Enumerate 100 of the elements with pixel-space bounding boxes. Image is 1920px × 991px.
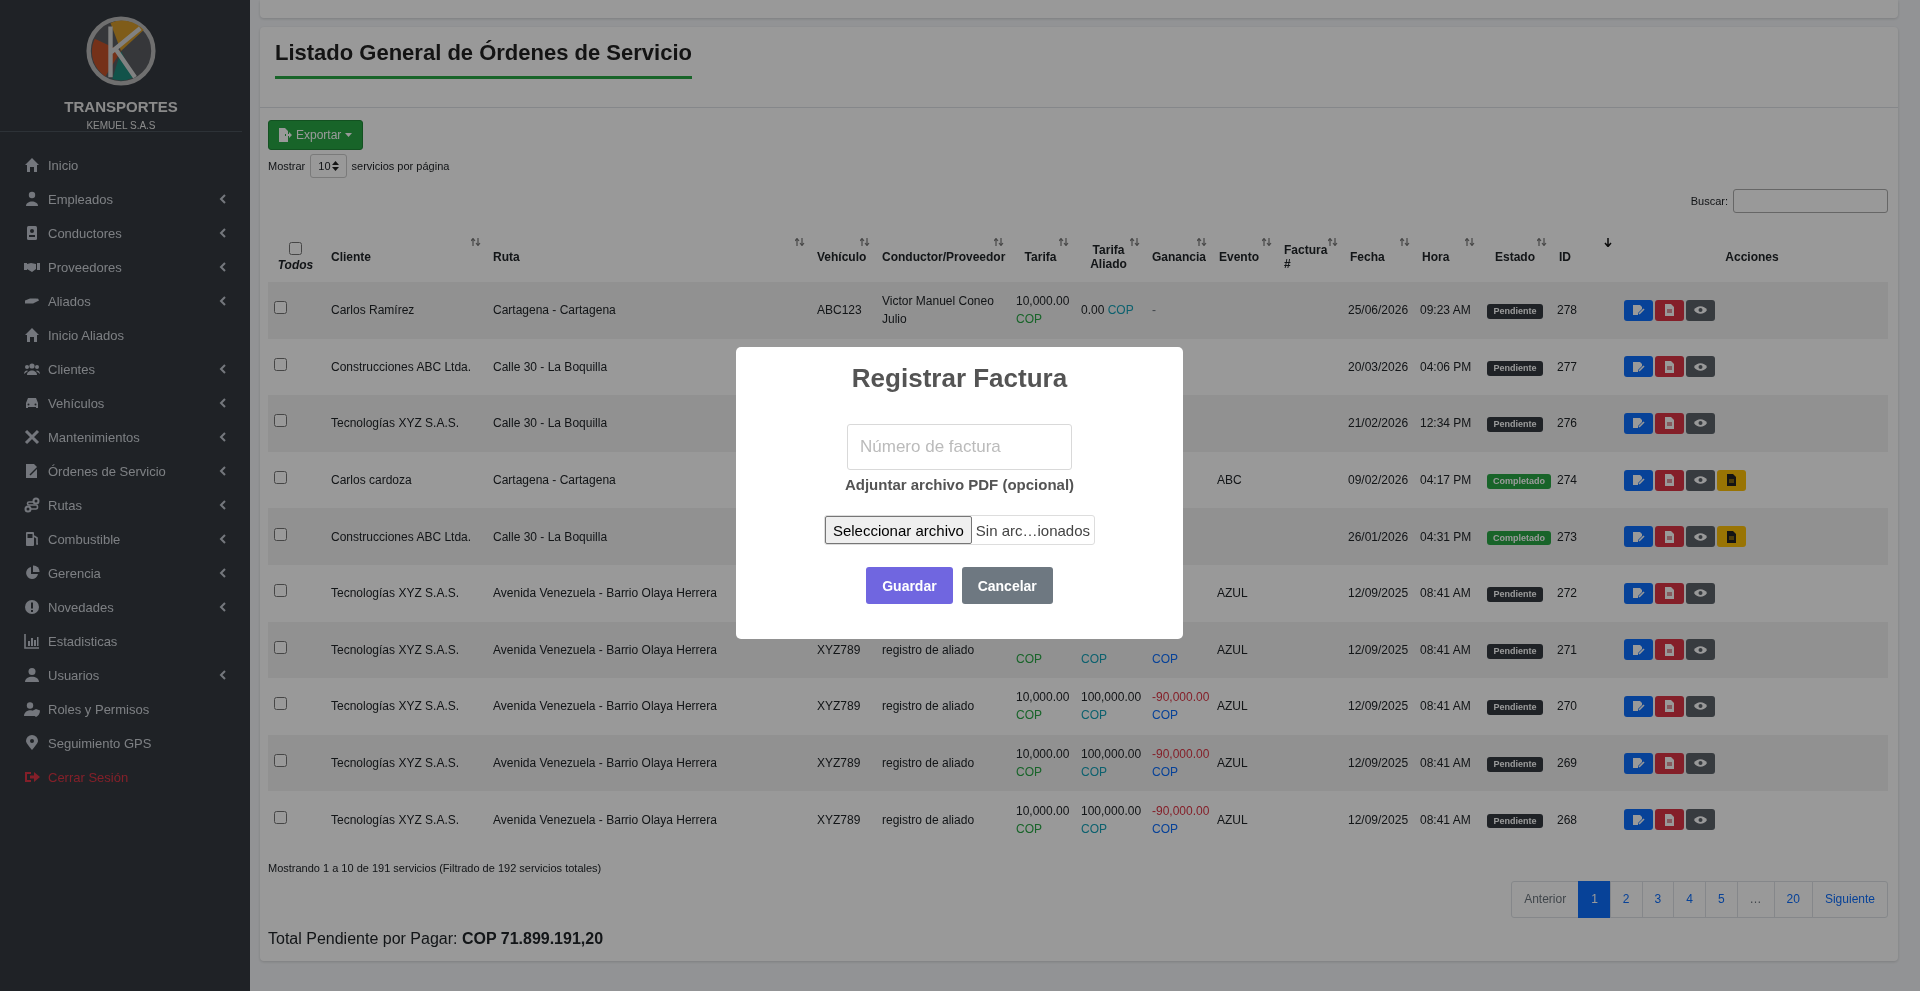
row-checkbox[interactable] — [274, 471, 287, 485]
select-all-checkbox[interactable] — [289, 242, 302, 255]
edit-button[interactable] — [1624, 299, 1653, 321]
search-field[interactable] — [1733, 189, 1888, 213]
save-button[interactable]: Guardar — [866, 567, 953, 604]
edit-button[interactable] — [1624, 752, 1653, 774]
table-cell: 08:41 AM — [1420, 642, 1471, 657]
edit-button[interactable] — [1624, 469, 1653, 491]
sidebar-item[interactable]: Clientes — [0, 352, 250, 386]
column-header[interactable]: Hora — [1414, 232, 1479, 282]
edit-button[interactable] — [1624, 582, 1653, 604]
file-field[interactable]: Seleccionar archivo Sin arc…ionados — [823, 515, 1096, 545]
view-button[interactable] — [1686, 639, 1715, 661]
pdf-button[interactable] — [1655, 413, 1684, 434]
sidebar-item[interactable]: Mantenimientos — [0, 420, 250, 454]
row-checkbox[interactable] — [274, 414, 287, 428]
people-icon — [24, 361, 40, 377]
column-header[interactable]: Tarifa — [1008, 232, 1073, 282]
sidebar-item[interactable]: Inicio Aliados — [0, 318, 250, 352]
document-icon — [1663, 417, 1676, 430]
sidebar-item[interactable]: Usuarios — [0, 658, 250, 692]
row-checkbox[interactable] — [274, 357, 287, 371]
view-button[interactable] — [1686, 413, 1715, 434]
pdf-button[interactable] — [1655, 695, 1684, 717]
edit-button[interactable] — [1624, 413, 1653, 434]
column-header[interactable]: Vehículo — [809, 232, 874, 282]
row-checkbox[interactable] — [274, 697, 287, 711]
sidebar-item[interactable]: Vehículos — [0, 386, 250, 420]
sidebar-item[interactable]: Rutas — [0, 488, 250, 522]
page-link[interactable]: 20 — [1773, 880, 1813, 918]
sidebar-item[interactable]: Roles y Permisos — [0, 692, 250, 726]
table-cell: XYZ789 — [817, 812, 861, 827]
export-button[interactable]: Exportar — [268, 120, 364, 150]
view-button[interactable] — [1686, 809, 1715, 831]
pdf-button[interactable] — [1655, 299, 1684, 321]
sidebar-item[interactable]: Conductores — [0, 216, 250, 250]
edit-button[interactable] — [1624, 356, 1653, 378]
sidebar-item[interactable]: Empleados — [0, 182, 250, 216]
edit-button[interactable] — [1624, 526, 1653, 548]
pdf-button[interactable] — [1655, 582, 1684, 604]
edit-button[interactable] — [1624, 695, 1653, 717]
edit-button[interactable] — [1624, 809, 1653, 831]
column-header[interactable]: Estado — [1479, 232, 1551, 282]
sidebar-item[interactable]: Novedades — [0, 590, 250, 624]
column-header[interactable]: Tarifa Aliado — [1073, 232, 1144, 282]
view-button[interactable] — [1686, 695, 1715, 717]
page-link[interactable]: 2 — [1609, 880, 1643, 918]
document-icon — [1725, 474, 1738, 487]
sidebar-item[interactable]: Estadisticas — [0, 624, 250, 658]
row-checkbox[interactable] — [274, 640, 287, 654]
column-header[interactable]: ID — [1551, 232, 1616, 282]
row-checkbox[interactable] — [274, 301, 287, 315]
edit-button[interactable] — [1624, 639, 1653, 661]
currency-text: COP — [1016, 765, 1042, 780]
table-cell: 273 — [1557, 529, 1578, 544]
choose-file-button[interactable]: Seleccionar archivo — [824, 516, 972, 544]
sidebar-item[interactable]: Aliados — [0, 284, 250, 318]
sidebar-item[interactable]: Inicio — [0, 148, 250, 182]
pdf-button[interactable] — [1655, 752, 1684, 774]
row-checkbox[interactable] — [274, 527, 287, 541]
pdf-button[interactable] — [1655, 809, 1684, 831]
row-checkbox[interactable] — [274, 754, 287, 768]
sidebar-item[interactable]: Seguimiento GPS — [0, 726, 250, 760]
row-checkbox[interactable] — [274, 584, 287, 598]
eye-icon — [1694, 813, 1707, 826]
invoice-button[interactable] — [1717, 526, 1746, 548]
eye-icon — [1694, 643, 1707, 656]
amount-text: -90,000.00 — [1152, 747, 1210, 762]
view-button[interactable] — [1686, 356, 1715, 378]
page-link[interactable]: 4 — [1673, 880, 1706, 918]
view-button[interactable] — [1686, 469, 1715, 491]
view-button[interactable] — [1686, 299, 1715, 321]
column-header[interactable]: Ganancia — [1144, 232, 1211, 282]
column-header[interactable]: Fecha — [1342, 232, 1414, 282]
table-cell: XYZ789 — [817, 699, 861, 714]
invoice-button[interactable] — [1717, 469, 1746, 491]
column-header[interactable]: Ruta — [485, 232, 809, 282]
cancel-button[interactable]: Cancelar — [961, 567, 1053, 604]
table-cell: Construcciones ABC Ltda. — [331, 359, 472, 374]
pdf-button[interactable] — [1655, 639, 1684, 661]
view-button[interactable] — [1686, 582, 1715, 604]
pdf-button[interactable] — [1655, 469, 1684, 491]
column-header[interactable]: Conductor/Proveedor — [874, 232, 1008, 282]
pdf-button[interactable] — [1655, 526, 1684, 548]
page-link[interactable]: 5 — [1704, 880, 1738, 918]
invoice-number-field[interactable]: Número de factura — [847, 424, 1072, 470]
sidebar-item[interactable]: Proveedores — [0, 250, 250, 284]
page-link[interactable]: 1 — [1578, 880, 1611, 918]
sidebar-item[interactable]: Órdenes de Servicio — [0, 454, 250, 488]
view-button[interactable] — [1686, 752, 1715, 774]
page-size-select[interactable]: 10 — [310, 154, 347, 178]
pdf-button[interactable] — [1655, 356, 1684, 378]
view-button[interactable] — [1686, 526, 1715, 548]
row-checkbox[interactable] — [274, 810, 287, 824]
column-header[interactable]: Evento — [1211, 232, 1276, 282]
column-header[interactable]: Cliente — [323, 232, 485, 282]
sidebar-item[interactable]: Combustible — [0, 522, 250, 556]
page-link[interactable]: Siguiente — [1811, 880, 1888, 918]
sidebar-item[interactable]: Gerencia — [0, 556, 250, 590]
column-header[interactable]: Factura # — [1276, 232, 1342, 282]
